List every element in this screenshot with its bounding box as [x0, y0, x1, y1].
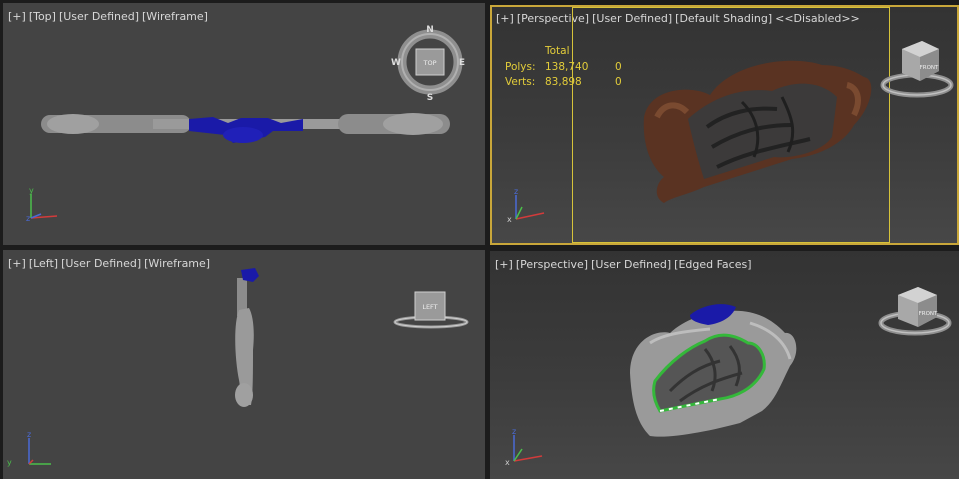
viewcube-left[interactable]: LEFT: [393, 291, 469, 329]
viewport-top-canvas: TOP N S E W y z: [26, 25, 465, 223]
svg-text:z: z: [512, 427, 516, 436]
model-left-wireframe[interactable]: [235, 268, 259, 407]
svg-text:x: x: [507, 215, 512, 224]
viewport-perspective-canvas: FRONT z x: [507, 41, 954, 224]
viewport-top[interactable]: [+] [Top] [User Defined] [Wireframe] TOP N …: [3, 3, 485, 245]
svg-text:y: y: [29, 186, 34, 195]
viewcube-face-label: FRONT: [920, 65, 939, 71]
viewport-left[interactable]: [+] [Left] [User Defined] [Wireframe] LEFT …: [3, 250, 485, 479]
svg-text:z: z: [26, 214, 30, 223]
model-headboard-shaded[interactable]: [643, 60, 872, 204]
viewcube-perspective-edged[interactable]: FRONT: [878, 287, 952, 336]
viewcube-top[interactable]: TOP N S E W: [391, 25, 465, 103]
viewport-left-canvas: LEFT z y: [7, 268, 469, 467]
compass-south-label: S: [427, 93, 433, 103]
viewcube-face-label: LEFT: [422, 303, 437, 311]
axis-tripod-icon: y z: [26, 186, 58, 223]
viewport-perspective-shaded[interactable]: [+] [Perspective] [User Defined] [Default S…: [490, 5, 959, 245]
viewport-perspective-edged-canvas: FRONT z x: [505, 287, 952, 467]
viewport-perspective-edged[interactable]: [+] [Perspective] [User Defined] [Edged Fac…: [490, 251, 959, 479]
viewcube-perspective[interactable]: FRONT: [880, 41, 954, 98]
axis-tripod-icon: z x: [505, 427, 543, 467]
svg-text:x: x: [505, 458, 510, 467]
axis-tripod-icon: z y: [7, 430, 51, 467]
model-headboard-edged[interactable]: [630, 304, 797, 437]
svg-text:y: y: [7, 458, 12, 467]
compass-east-label: E: [459, 58, 465, 68]
model-top-wireframe[interactable]: [41, 113, 450, 143]
compass-north-label: N: [426, 25, 434, 35]
viewcube-face-label: TOP: [422, 59, 436, 67]
svg-text:z: z: [27, 430, 31, 439]
axis-tripod-icon: z x: [507, 187, 545, 224]
compass-west-label: W: [391, 58, 401, 68]
svg-text:z: z: [514, 187, 518, 196]
viewcube-face-label: FRONT: [919, 311, 938, 317]
